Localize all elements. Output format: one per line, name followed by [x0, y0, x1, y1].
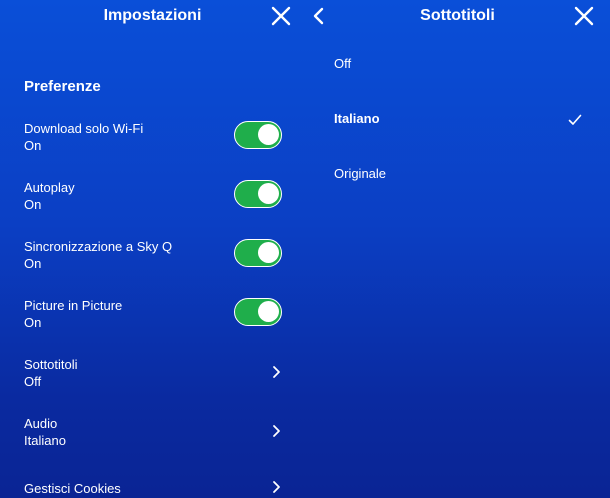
chevron-right-icon[interactable]	[271, 424, 281, 438]
close-icon[interactable]	[573, 6, 595, 26]
setting-label: Picture in Picture	[24, 298, 123, 313]
setting-value: Italiano	[24, 433, 66, 448]
close-icon[interactable]	[270, 6, 292, 26]
setting-label: Gestisci Cookies	[24, 481, 121, 496]
setting-value: On	[24, 315, 42, 330]
setting-row-manage-cookies[interactable]: Gestisci Cookies	[0, 480, 305, 498]
chevron-right-icon[interactable]	[271, 480, 281, 494]
setting-label: Sottotitoli	[24, 357, 78, 372]
setting-row-picture-in-picture[interactable]: Picture in Picture On	[0, 297, 305, 341]
checkmark-icon	[568, 114, 582, 125]
setting-label: Download solo Wi-Fi	[24, 121, 144, 136]
setting-row-wifi-download[interactable]: Download solo Wi-Fi On	[0, 120, 305, 164]
toggle-knob	[258, 183, 279, 204]
subtitle-option-originale[interactable]: Originale	[334, 166, 386, 182]
setting-value: On	[24, 197, 42, 212]
toggle-knob	[258, 301, 279, 322]
picture-in-picture-toggle[interactable]	[234, 298, 282, 326]
setting-label: Audio	[24, 416, 58, 431]
setting-row-sky-q-sync[interactable]: Sincronizzazione a Sky Q On	[0, 238, 305, 282]
setting-row-audio[interactable]: Audio Italiano	[0, 415, 305, 459]
autoplay-toggle[interactable]	[234, 180, 282, 208]
setting-row-subtitles[interactable]: Sottotitoli Off	[0, 356, 305, 400]
wifi-download-toggle[interactable]	[234, 121, 282, 149]
subtitle-option-off[interactable]: Off	[334, 56, 351, 72]
setting-label: Autoplay	[24, 180, 75, 195]
sky-q-sync-toggle[interactable]	[234, 239, 282, 267]
setting-row-autoplay[interactable]: Autoplay On	[0, 179, 305, 223]
setting-label: Sincronizzazione a Sky Q	[24, 239, 173, 254]
settings-panel: Impostazioni Preferenze Download solo Wi…	[0, 0, 305, 498]
chevron-right-icon[interactable]	[271, 365, 281, 379]
subtitle-option-italiano[interactable]: Italiano	[334, 111, 380, 127]
subtitles-title: Sottotitoli	[420, 7, 495, 24]
toggle-knob	[258, 124, 279, 145]
setting-value: Off	[24, 374, 42, 389]
subtitles-panel: Sottotitoli Off Italiano Originale	[305, 0, 610, 498]
setting-value: On	[24, 138, 42, 153]
settings-title: Impostazioni	[103, 7, 202, 24]
toggle-knob	[258, 242, 279, 263]
setting-value: On	[24, 256, 42, 271]
section-title: Preferenze	[24, 78, 101, 95]
